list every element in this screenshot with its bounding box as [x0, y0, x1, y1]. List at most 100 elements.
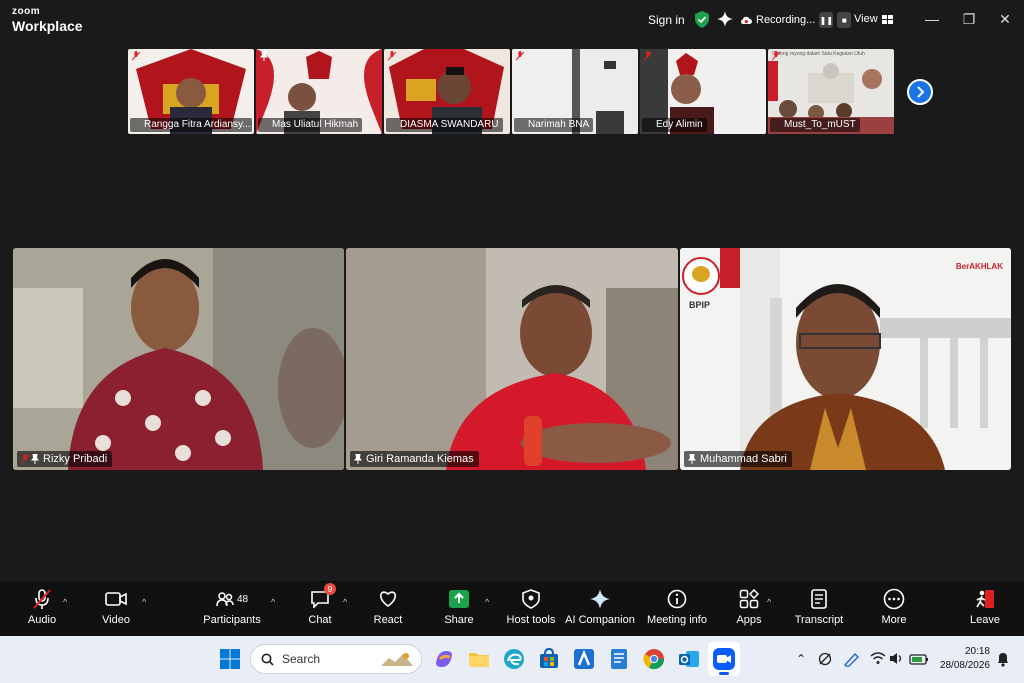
outlook-icon[interactable]: [677, 647, 701, 671]
windows-start-icon[interactable]: [218, 647, 242, 671]
thumbnail-tile[interactable]: DIASMA SWANDARU: [384, 49, 510, 134]
close-button[interactable]: ✕: [993, 8, 1017, 30]
cloud-record-icon: [741, 16, 752, 24]
participants-count: 48: [236, 593, 249, 605]
show-hidden-icons[interactable]: ⌃: [796, 652, 806, 666]
search-highlight-icon: [381, 653, 413, 666]
video-tile-rizky[interactable]: Rizky Pribadi: [13, 248, 344, 470]
chrome-browser-icon[interactable]: [642, 647, 666, 671]
thumbnail-tile[interactable]: Rangga Fitra Ardiansy...: [128, 49, 254, 134]
leave-button[interactable]: Leave: [968, 587, 1002, 633]
share-options-caret[interactable]: ^: [485, 597, 489, 607]
audio-button[interactable]: Audio: [25, 587, 59, 633]
recording-indicator[interactable]: Recording... ❚❚ ■: [740, 10, 852, 30]
audio-options-caret[interactable]: ^: [63, 597, 67, 607]
participants-options-caret[interactable]: ^: [271, 597, 275, 607]
brand-zoom: zoom: [12, 6, 41, 17]
participant-name: Muhammad Sabri: [684, 451, 792, 467]
more-button[interactable]: More: [876, 587, 912, 633]
muted-mic-icon: [33, 589, 51, 609]
participant-name: Must_To_mUST: [770, 118, 860, 132]
next-page-button[interactable]: [907, 79, 933, 105]
thumbnail-tile[interactable]: Gotong royong dalam Satu Kegiatan Utuh M…: [768, 49, 894, 134]
view-button[interactable]: View: [848, 9, 899, 29]
transcript-button[interactable]: Transcript: [794, 587, 844, 633]
transcript-label: Transcript: [794, 614, 844, 626]
system-clock[interactable]: 20:18 28/08/2026: [936, 645, 990, 673]
security-shield-icon[interactable]: [694, 11, 710, 28]
video-button[interactable]: Video: [100, 587, 132, 633]
copilot-icon[interactable]: [432, 647, 456, 671]
camera-icon: [105, 592, 127, 606]
zoom-logo: zoom Workplace: [12, 6, 83, 34]
host-tools-button[interactable]: Host tools: [505, 587, 557, 633]
grid-view-icon: [881, 14, 893, 24]
ai-companion-label: AI Companion: [565, 614, 635, 626]
muted-mic-icon: [21, 454, 29, 464]
video-feed: [680, 248, 1011, 470]
audio-label: Audio: [27, 614, 57, 626]
apps-label: Apps: [736, 614, 762, 626]
muted-mic-icon: [516, 51, 524, 61]
apps-options-caret[interactable]: ^: [767, 597, 771, 607]
pause-recording-button[interactable]: ❚❚: [819, 12, 834, 28]
windows-taskbar: Search ⌃ 20:18 28/08/2026: [0, 636, 1024, 683]
network-off-icon[interactable]: [818, 652, 832, 666]
video-feed: [346, 248, 678, 470]
participants-icon: [216, 592, 234, 607]
taskbar-search[interactable]: Search: [250, 644, 422, 674]
app-icon-blue-a[interactable]: [572, 647, 596, 671]
video-tile-giri[interactable]: Giri Ramanda Kiemas: [346, 248, 678, 470]
share-screen-icon: [449, 590, 469, 608]
meeting-info-button[interactable]: Meeting info: [646, 587, 708, 633]
pen-tray-icon[interactable]: [843, 651, 861, 667]
pin-icon: [354, 454, 362, 464]
thumbnail-tile[interactable]: Narimah BNA: [512, 49, 638, 134]
thumbnail-tile[interactable]: Edy Alimin: [640, 49, 766, 134]
edge-browser-icon[interactable]: [502, 647, 526, 671]
ai-sparkle-icon[interactable]: [716, 10, 734, 28]
notification-bell-icon[interactable]: [996, 651, 1010, 667]
apps-icon: [739, 589, 759, 609]
notepad-icon[interactable]: [607, 647, 631, 671]
participants-button[interactable]: 48 Participants: [203, 587, 261, 633]
search-icon: [261, 653, 274, 666]
muted-mic-icon: [772, 51, 780, 61]
participant-name: Edy Alimin: [642, 118, 707, 132]
chat-label: Chat: [308, 614, 332, 626]
ai-companion-button[interactable]: AI Companion: [565, 587, 635, 633]
minimize-button[interactable]: —: [920, 8, 944, 30]
maximize-button[interactable]: ❐: [957, 8, 981, 30]
chat-options-caret[interactable]: ^: [343, 597, 347, 607]
host-shield-icon: [522, 589, 540, 609]
pin-icon: [688, 454, 696, 464]
video-options-caret[interactable]: ^: [142, 597, 146, 607]
pin-icon: [31, 454, 39, 464]
video-label: Video: [102, 614, 130, 626]
meeting-info-label: Meeting info: [647, 614, 707, 626]
share-label: Share: [444, 614, 474, 626]
muted-mic-icon: [644, 51, 652, 61]
thumbnail-tile[interactable]: Mas Uliatul Hikmah: [256, 49, 382, 134]
sign-in-button[interactable]: Sign in: [640, 9, 693, 31]
participant-name: Giri Ramanda Kiemas: [350, 451, 479, 467]
info-icon: [667, 589, 687, 609]
video-tile-muhammad[interactable]: BPIP BerAKHLAK Muhammad Sabri: [680, 248, 1011, 470]
wifi-icon[interactable]: [870, 652, 886, 665]
transcript-icon: [811, 589, 827, 609]
zoom-taskbar-active[interactable]: [708, 642, 740, 676]
volume-icon[interactable]: [889, 652, 905, 665]
share-button[interactable]: Share: [444, 587, 474, 633]
title-bar: zoom Workplace Sign in Recording... ❚❚ ■…: [0, 0, 1024, 40]
ai-sparkle-icon: [590, 589, 610, 609]
apps-button[interactable]: Apps: [734, 587, 764, 633]
battery-icon[interactable]: [909, 651, 929, 667]
react-button[interactable]: React: [372, 587, 404, 633]
participants-label: Participants: [203, 614, 261, 626]
search-placeholder: Search: [282, 652, 321, 666]
microsoft-store-icon[interactable]: [537, 647, 561, 671]
file-explorer-icon[interactable]: [467, 647, 491, 671]
leave-label: Leave: [970, 614, 1000, 626]
muted-mic-icon: [132, 51, 140, 61]
video-feed: [13, 248, 344, 470]
